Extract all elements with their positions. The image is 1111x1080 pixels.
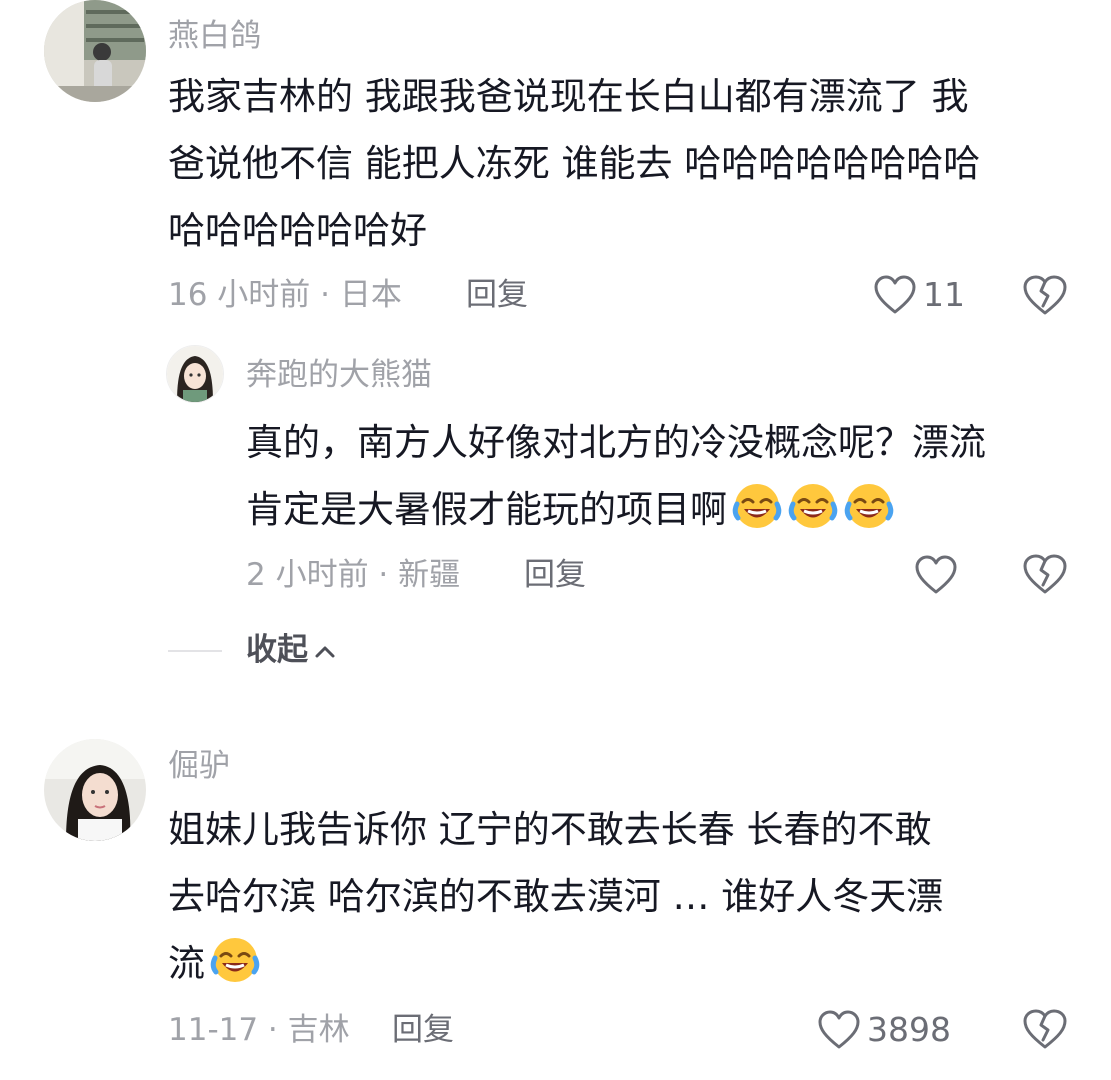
broken-heart-icon xyxy=(1023,275,1067,315)
avatar[interactable] xyxy=(166,345,224,403)
laugh-cry-emoji xyxy=(210,938,260,982)
like-button[interactable]: 11 xyxy=(873,272,965,318)
comment-line: 我家吉林的 我跟我爸说现在长白山都有漂流了 我 xyxy=(168,75,969,118)
comment-line: 去哈尔滨 哈尔滨的不敢去漠河 … 谁好人冬天漂 xyxy=(168,875,944,918)
comment-line: 哈哈哈哈哈哈好 xyxy=(168,209,427,252)
dislike-button[interactable] xyxy=(1022,553,1068,599)
heart-outline-icon xyxy=(915,555,957,594)
reply-button[interactable]: 回复 xyxy=(466,275,528,315)
collapse-replies-button[interactable]: 收起 xyxy=(246,630,336,670)
comment-line: 姐妹儿我告诉你 辽宁的不敢去长春 长春的不敢 xyxy=(168,808,932,851)
comment-username[interactable]: 燕白鸽 xyxy=(168,16,261,56)
heart-outline-icon xyxy=(874,275,916,314)
avatar[interactable] xyxy=(44,0,146,102)
comment-text: 真的，南方人好像对北方的冷没概念呢？漂流 肯定是大暑假才能玩的项目啊 xyxy=(246,409,986,543)
laugh-cry-emoji xyxy=(732,484,782,528)
broken-heart-icon xyxy=(1023,1009,1067,1049)
comment-meta: 2 小时前 · 新疆 xyxy=(246,557,461,593)
reply-button[interactable]: 回复 xyxy=(392,1010,454,1050)
heart-outline-icon xyxy=(818,1010,860,1049)
comment-meta: 11-17 · 吉林 xyxy=(168,1012,350,1048)
comment-line: 爸说他不信 能把人冻死 谁能去 哈哈哈哈哈哈哈哈 xyxy=(168,142,981,185)
laugh-cry-emoji xyxy=(788,484,838,528)
comment-username[interactable]: 奔跑的大熊猫 xyxy=(246,355,432,395)
comment-text: 姐妹儿我告诉你 辽宁的不敢去长春 长春的不敢 去哈尔滨 哈尔滨的不敢去漠河 … … xyxy=(168,796,943,997)
like-count: 11 xyxy=(923,275,965,314)
broken-heart-icon xyxy=(1023,554,1067,594)
comment-line: 真的，南方人好像对北方的冷没概念呢？漂流 xyxy=(246,421,986,464)
like-button[interactable]: 3898 xyxy=(817,1007,951,1053)
comment-username[interactable]: 倔驴 xyxy=(168,746,230,786)
laugh-cry-emoji xyxy=(844,484,894,528)
like-count: 3898 xyxy=(867,1010,951,1049)
avatar[interactable] xyxy=(44,739,146,841)
comment-text: 我家吉林的 我跟我爸说现在长白山都有漂流了 我 爸说他不信 能把人冻死 谁能去 … xyxy=(168,63,980,264)
comment-meta: 16 小时前 · 日本 xyxy=(168,277,402,313)
comment-line: 流 xyxy=(168,942,205,985)
dislike-button[interactable] xyxy=(1022,1008,1068,1054)
reply-button[interactable]: 回复 xyxy=(524,555,586,595)
comment-line: 肯定是大暑假才能玩的项目啊 xyxy=(246,488,727,531)
collapse-divider xyxy=(168,650,222,652)
collapse-label: 收起 xyxy=(246,632,308,668)
like-button[interactable] xyxy=(914,552,964,598)
dislike-button[interactable] xyxy=(1022,274,1068,320)
chevron-up-icon xyxy=(315,646,335,657)
